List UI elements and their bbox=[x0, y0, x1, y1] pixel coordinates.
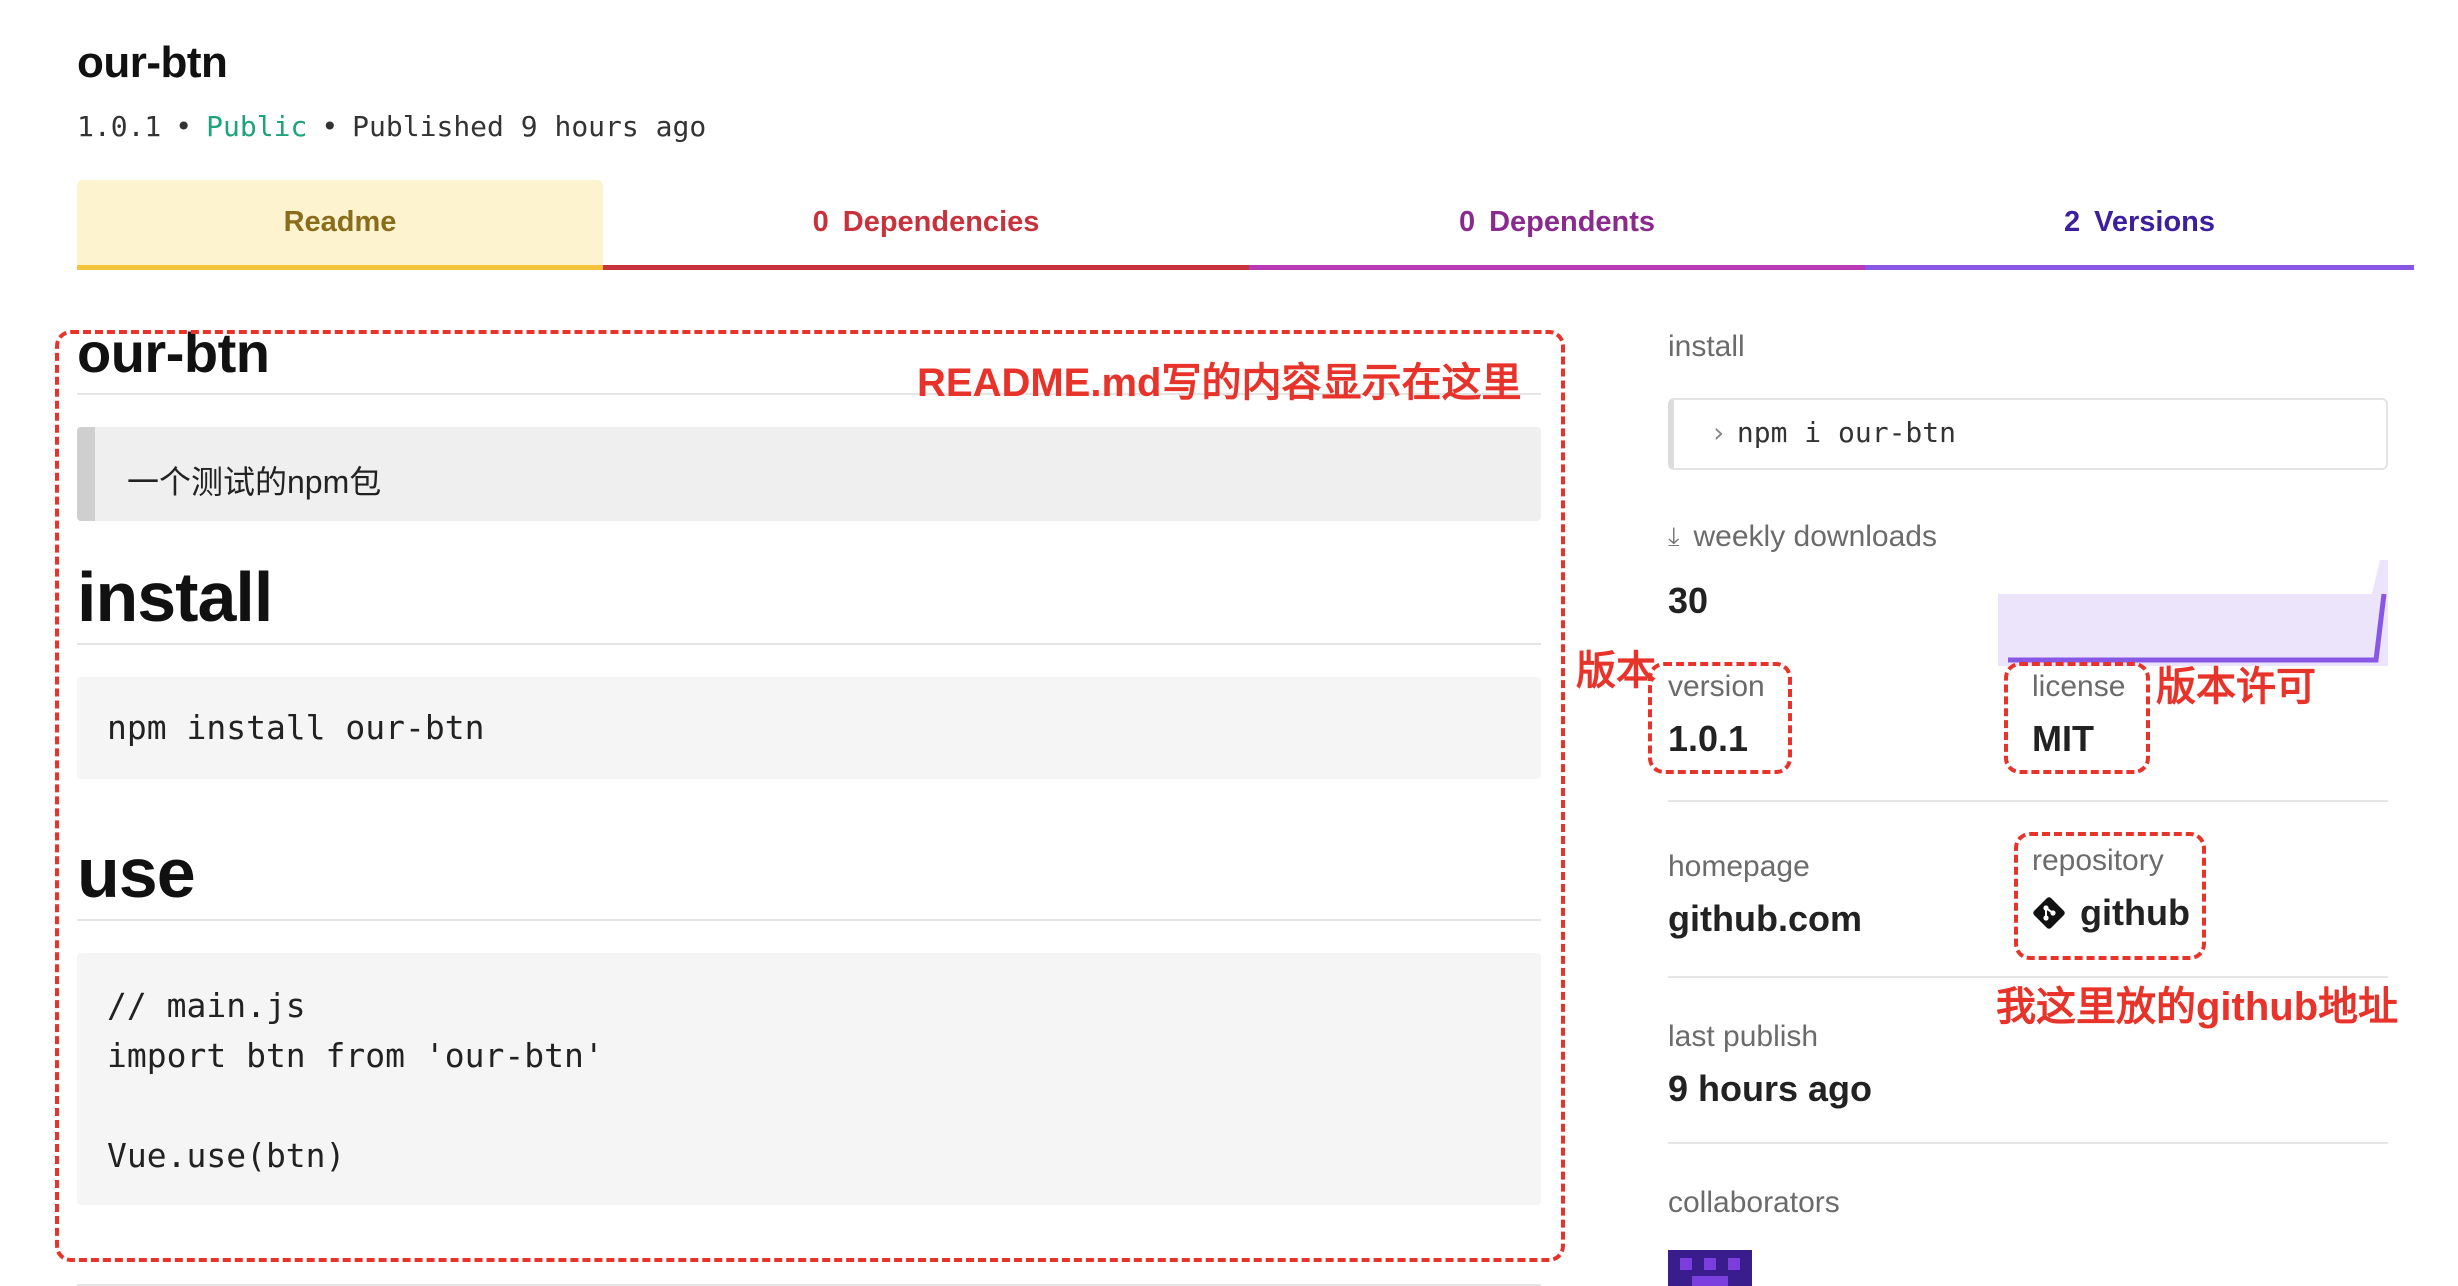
install-code-block: npm install our-btn bbox=[77, 677, 1541, 779]
last-publish-value: 9 hours ago bbox=[1668, 1068, 1873, 1109]
collaborators-label: collaborators bbox=[1668, 1186, 1840, 1219]
sidebar-divider bbox=[1668, 1142, 2388, 1144]
dependencies-count: 0 bbox=[812, 206, 829, 238]
chevron-right-icon: › bbox=[1710, 416, 1727, 449]
use-code-block: // main.js import btn from 'our-btn' Vue… bbox=[77, 953, 1541, 1205]
version-field: version 1.0.1 bbox=[1668, 670, 1765, 760]
git-icon bbox=[2033, 897, 2065, 929]
package-version: 1.0.1 bbox=[77, 110, 162, 143]
repository-label: repository bbox=[2032, 844, 2164, 877]
tab-dependents-label: Dependents bbox=[1489, 206, 1656, 238]
collaborator-avatar[interactable] bbox=[1668, 1250, 1752, 1286]
last-publish-field: last publish 9 hours ago bbox=[1668, 1020, 1872, 1110]
tab-dependencies[interactable]: 0 Dependencies bbox=[603, 180, 1249, 270]
license-label: license bbox=[2032, 670, 2126, 703]
tab-readme[interactable]: Readme bbox=[77, 180, 603, 270]
readme-annotation-text: README.md写的内容显示在这里 bbox=[917, 361, 1522, 405]
tab-dependencies-label: Dependencies bbox=[842, 206, 1040, 238]
tab-readme-label: Readme bbox=[283, 206, 397, 238]
install-command-box[interactable]: › npm i our-btn bbox=[1668, 398, 2388, 470]
separator: • bbox=[321, 110, 339, 143]
tab-versions[interactable]: 2 Versions bbox=[1865, 180, 2414, 270]
license-value: MIT bbox=[2032, 718, 2094, 759]
repository-link[interactable]: github bbox=[2032, 892, 2190, 934]
separator: • bbox=[175, 110, 193, 143]
tab-dependents[interactable]: 0 Dependents bbox=[1249, 180, 1865, 270]
homepage-link[interactable]: github.com bbox=[1668, 898, 1862, 940]
homepage-field: homepage github.com bbox=[1668, 850, 1862, 940]
package-meta: 1.0.1 • Public • Published 9 hours ago bbox=[77, 110, 706, 143]
readme-use-heading: use bbox=[77, 833, 1541, 921]
license-field: license MIT bbox=[2032, 670, 2125, 760]
weekly-downloads-label: ⤓ weekly downloads bbox=[1668, 520, 1937, 554]
version-annotation-text: 版本 bbox=[1576, 649, 1656, 693]
license-annotation-text: 版本许可 bbox=[2156, 665, 2316, 709]
visibility-badge: Public bbox=[206, 110, 308, 143]
version-label: version bbox=[1668, 670, 1765, 703]
readme-blockquote: 一个测试的npm包 bbox=[77, 427, 1541, 521]
collaborators-field: collaborators bbox=[1668, 1186, 1840, 1220]
readme-install-heading: install bbox=[77, 557, 1541, 645]
last-publish-label: last publish bbox=[1668, 1020, 1819, 1053]
weekly-downloads-text: weekly downloads bbox=[1693, 520, 1937, 553]
readme-content: our-btn 一个测试的npm包 install npm install ou… bbox=[77, 320, 1541, 1205]
dependents-count: 0 bbox=[1458, 206, 1476, 238]
tab-versions-label: Versions bbox=[2094, 206, 2216, 238]
versions-count: 2 bbox=[2063, 206, 2081, 238]
install-label: install bbox=[1668, 330, 1745, 363]
package-title: our-btn bbox=[77, 38, 228, 87]
package-tabs: Readme 0 Dependencies 0 Dependents 2 Ver… bbox=[77, 180, 2414, 270]
install-command: npm i our-btn bbox=[1736, 416, 1957, 449]
sparkline-area bbox=[1998, 560, 2388, 666]
homepage-label: homepage bbox=[1668, 850, 1810, 883]
repository-annotation-text: 我这里放的github地址 bbox=[1996, 985, 2399, 1029]
published-time: Published 9 hours ago bbox=[352, 110, 707, 143]
repository-field: repository github bbox=[2032, 844, 2190, 934]
download-icon: ⤓ bbox=[1668, 521, 1680, 551]
repository-text: github bbox=[2080, 892, 2190, 933]
version-value: 1.0.1 bbox=[1668, 718, 1749, 759]
sidebar-divider bbox=[1668, 800, 2388, 802]
